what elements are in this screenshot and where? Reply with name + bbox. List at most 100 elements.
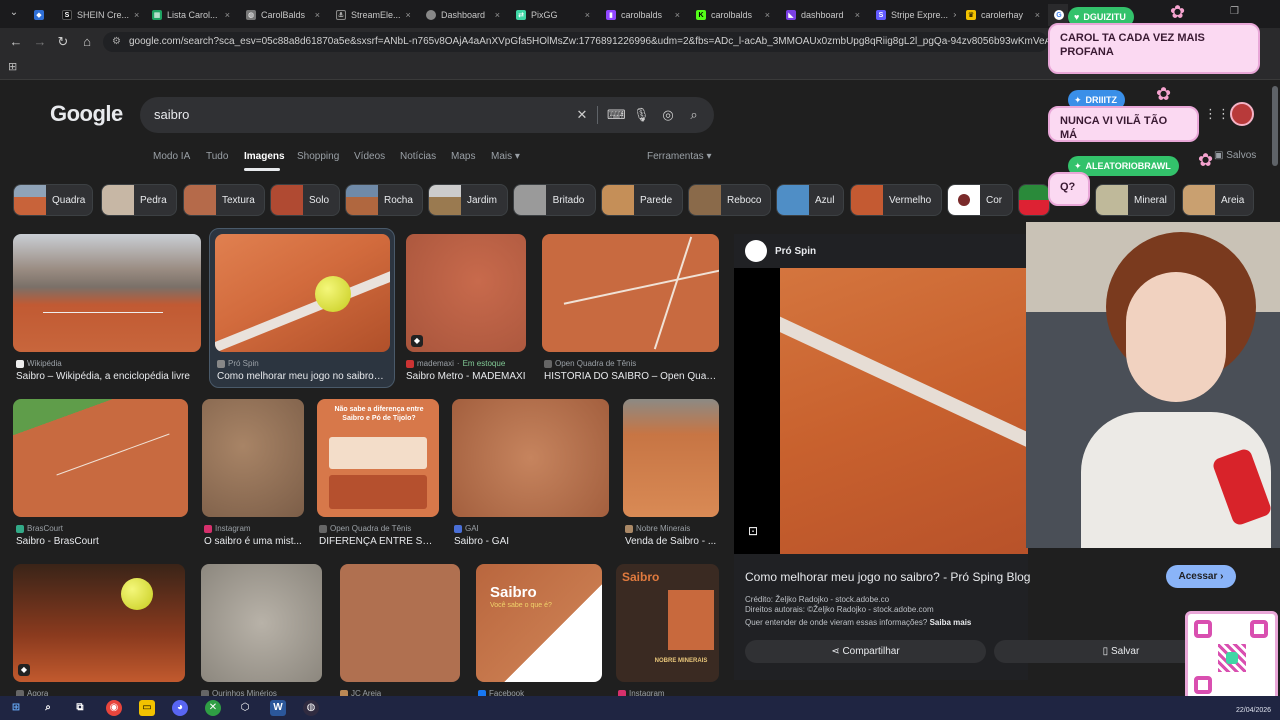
xbox-icon[interactable]: ✕: [205, 700, 221, 716]
result-image[interactable]: [340, 564, 460, 682]
obs-icon[interactable]: ◍: [303, 700, 319, 716]
preview-title[interactable]: Como melhorar meu jogo no saibro? - Pró …: [745, 570, 1030, 584]
word-icon[interactable]: W: [270, 700, 286, 716]
result-source[interactable]: Open Quadra de Tênis: [319, 524, 411, 533]
tab-videos[interactable]: Vídeos: [354, 151, 385, 162]
result-image[interactable]: [13, 399, 188, 517]
visit-button[interactable]: Acessar ›: [1166, 565, 1236, 588]
result-source[interactable]: GAI: [454, 524, 479, 533]
chip-rocha[interactable]: Rocha: [345, 184, 423, 216]
tab-search-icon[interactable]: ⌄: [6, 5, 22, 21]
file-explorer-icon[interactable]: ▭: [139, 700, 155, 716]
chip-parede[interactable]: Parede: [601, 184, 683, 216]
url-bar[interactable]: ⚙ google.com/search?sca_esv=05c88a8d6187…: [103, 32, 1048, 52]
close-icon[interactable]: ×: [585, 10, 590, 20]
chip-britado[interactable]: Britado: [513, 184, 596, 216]
result-title[interactable]: Saibro – Wikipédia, a enciclopédia livre: [16, 371, 201, 382]
browser-tab[interactable]: ⚓ StreamEle... ×: [330, 4, 416, 26]
close-icon[interactable]: ×: [315, 10, 320, 20]
result-source[interactable]: Open Quadra de Tênis: [544, 359, 636, 368]
search-input[interactable]: saibro: [140, 97, 714, 133]
chip-vermelho[interactable]: Vermelho: [850, 184, 942, 216]
chip-reboco[interactable]: Reboco: [688, 184, 771, 216]
result-title[interactable]: Venda de Saibro - ...: [625, 536, 719, 547]
saved-button[interactable]: ▣ Salvos: [1214, 150, 1256, 161]
result-title[interactable]: Saibro - GAI: [454, 536, 609, 547]
result-image[interactable]: ◆: [13, 564, 185, 682]
apps-grid-icon[interactable]: ⊞: [8, 60, 17, 73]
forward-arrow-icon[interactable]: →: [32, 34, 48, 50]
result-title[interactable]: Como melhorar meu jogo no saibro? ...: [217, 371, 389, 382]
result-image[interactable]: [201, 564, 322, 682]
browser-tab[interactable]: ◍ CarolBalds ×: [240, 4, 326, 26]
close-icon[interactable]: ×: [134, 10, 139, 20]
result-source[interactable]: mademaxi · Em estoque: [406, 359, 505, 368]
tab-modo-ia[interactable]: Modo IA: [153, 151, 190, 162]
site-settings-icon[interactable]: ⚙: [112, 32, 121, 52]
browser-tab[interactable]: ♛ carolerhay ×: [960, 4, 1046, 26]
tab-maps[interactable]: Maps: [451, 151, 475, 162]
chip-areia[interactable]: Areia: [1182, 184, 1254, 216]
preview-image[interactable]: ⊡: [734, 268, 1028, 554]
result-title[interactable]: Saibro Metro - MADEMAXI: [406, 371, 528, 382]
tab-tudo[interactable]: Tudo: [206, 151, 228, 162]
browser-tab[interactable]: ▮ carolbalds ×: [600, 4, 686, 26]
result-image[interactable]: [215, 234, 390, 352]
windows-start-icon[interactable]: ⊞: [8, 700, 24, 716]
reload-icon[interactable]: ↻: [55, 34, 71, 50]
chip-pedra[interactable]: Pedra: [101, 184, 177, 216]
result-image[interactable]: ◆: [406, 234, 526, 352]
search-icon[interactable]: ⌕: [40, 700, 56, 716]
chip-solo[interactable]: Solo: [270, 184, 340, 216]
result-image[interactable]: [452, 399, 609, 517]
tab-imagens[interactable]: Imagens: [244, 151, 285, 162]
close-icon[interactable]: ×: [406, 10, 411, 20]
page-scrollbar[interactable]: [1272, 86, 1278, 166]
chip-paint[interactable]: [1018, 184, 1050, 216]
restore-window-icon[interactable]: ❐: [1230, 6, 1239, 17]
chip-jardim[interactable]: Jardim: [428, 184, 508, 216]
home-icon[interactable]: ⌂: [79, 34, 95, 50]
chip-azul[interactable]: Azul: [776, 184, 844, 216]
close-icon[interactable]: ×: [855, 10, 860, 20]
result-title[interactable]: O saibro é uma mist...: [204, 536, 304, 547]
close-icon[interactable]: ×: [675, 10, 680, 20]
browser-tab[interactable]: Kcarolbalds ×: [690, 4, 776, 26]
keyboard-icon[interactable]: ⌨: [607, 107, 626, 123]
tab-mais[interactable]: Mais ▾: [491, 151, 520, 162]
microphone-icon[interactable]: 🎙: [633, 107, 650, 123]
close-icon[interactable]: ×: [765, 10, 770, 20]
browser-tab[interactable]: ▦ Lista Carol... ×: [146, 4, 236, 26]
close-icon[interactable]: ×: [1035, 10, 1040, 20]
browser-tab[interactable]: Dashboard ×: [420, 4, 506, 26]
chip-quadra[interactable]: Quadra: [13, 184, 93, 216]
chip-textura[interactable]: Textura: [183, 184, 265, 216]
chip-cor[interactable]: Cor: [947, 184, 1013, 216]
result-image[interactable]: Não sabe a diferença entre Saibro e Pó d…: [317, 399, 439, 517]
avatar[interactable]: [1230, 102, 1254, 126]
browser-tab[interactable]: S Stripe Expre... ×: [870, 4, 956, 26]
search-icon[interactable]: ⌕: [686, 107, 702, 123]
browser-tab[interactable]: ⇄ PixGG ×: [510, 4, 596, 26]
result-image[interactable]: [202, 399, 304, 517]
result-source[interactable]: BrasCourt: [16, 524, 63, 533]
camera-lens-icon[interactable]: ◎: [660, 107, 676, 123]
store-icon[interactable]: ⬡: [237, 700, 253, 716]
tab-noticias[interactable]: Notícias: [400, 151, 436, 162]
tab-shopping[interactable]: Shopping: [297, 151, 339, 162]
close-icon[interactable]: ×: [495, 10, 500, 20]
browser-tab[interactable]: ◣ dashboard ×: [780, 4, 866, 26]
result-image[interactable]: [542, 234, 719, 352]
task-view-icon[interactable]: ⧉: [72, 700, 88, 716]
result-source[interactable]: Nobre Minerais: [625, 524, 690, 533]
google-apps-icon[interactable]: ⋮⋮: [1204, 106, 1230, 122]
discord-icon[interactable]: ◕: [172, 700, 188, 716]
result-title[interactable]: Saibro - BrasCourt: [16, 536, 188, 547]
close-icon[interactable]: ×: [225, 10, 230, 20]
result-title[interactable]: HISTÓRIA DO SAIBRO – Open Quad...: [544, 371, 719, 382]
browser-tab[interactable]: ◆: [28, 4, 52, 26]
result-image[interactable]: Saibro NOBRE MINERAIS: [616, 564, 719, 682]
result-source[interactable]: Instagram: [204, 524, 251, 533]
chip-mineral[interactable]: Mineral: [1095, 184, 1175, 216]
browser-tab[interactable]: S SHEIN Cre... ×: [56, 4, 142, 26]
